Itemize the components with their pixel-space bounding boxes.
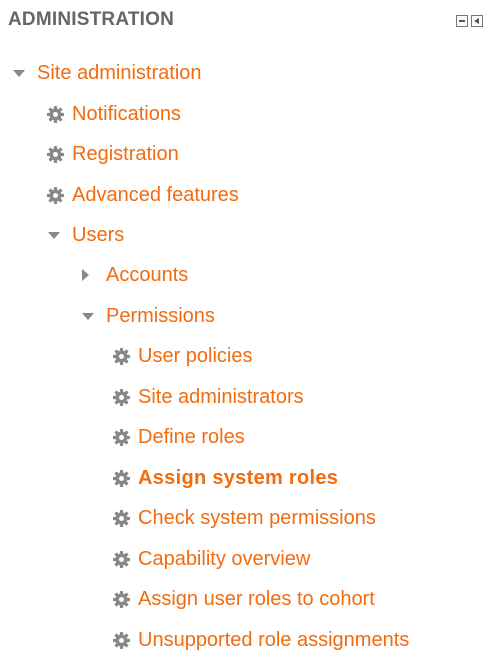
caret-down-icon (82, 312, 94, 320)
tree-item-label: Permissions (106, 304, 215, 327)
tree-item-notifications[interactable]: Notifications (46, 99, 181, 129)
tree-item-user-policies[interactable]: User policies (112, 341, 252, 371)
tree-item-label: Notifications (72, 102, 181, 125)
tree-item-label: Define roles (138, 425, 245, 448)
tree-item-unsupported-role-assignments[interactable]: Unsupported role assignments (112, 625, 409, 655)
gear-icon (46, 105, 65, 123)
gear-icon (46, 145, 65, 163)
minimize-icon[interactable] (456, 15, 468, 27)
block-title: ADMINISTRATION (8, 9, 175, 30)
tree-item-label: Assign user roles to cohort (138, 587, 375, 610)
gear-icon (112, 469, 131, 487)
gear-icon (112, 590, 131, 608)
tree-item-registration[interactable]: Registration (46, 139, 179, 169)
tree-item-label: Accounts (106, 263, 189, 286)
gear-icon (112, 347, 131, 365)
gear-icon (112, 388, 131, 406)
gear-icon (112, 550, 131, 568)
tree-item-users[interactable]: Users (48, 220, 124, 250)
tree-item-label: Unsupported role assignments (138, 628, 410, 651)
caret-down-icon (13, 69, 25, 77)
block-header: ADMINISTRATION (8, 6, 489, 36)
tree-item-check-system-permissions[interactable]: Check system permissions (112, 503, 376, 533)
tree-item-label: Advanced features (72, 183, 239, 206)
dock-icon[interactable] (471, 15, 483, 27)
tree-item-label: Site administrators (138, 385, 304, 408)
tree-item-define-roles[interactable]: Define roles (112, 422, 245, 452)
caret-down-icon (48, 231, 60, 239)
tree-item-label: Users (72, 223, 125, 246)
tree-item-site-administrators[interactable]: Site administrators (112, 382, 304, 412)
tree-item-label: Registration (72, 142, 179, 165)
gear-icon (46, 186, 65, 204)
tree-item-accounts[interactable]: Accounts (79, 260, 188, 290)
tree-item-label: Check system permissions (138, 506, 376, 529)
tree-item-capability-overview[interactable]: Capability overview (112, 544, 310, 574)
tree-item-advanced-features[interactable]: Advanced features (46, 180, 239, 210)
tree-item-permissions[interactable]: Permissions (82, 301, 215, 331)
tree-item-site-administration[interactable]: Site administration (13, 58, 202, 88)
gear-icon (112, 509, 131, 527)
tree-item-assign-user-roles-to-cohort[interactable]: Assign user roles to cohort (112, 584, 375, 614)
tree-item-assign-system-roles[interactable]: Assign system roles (112, 463, 338, 493)
tree-item-label: User policies (138, 344, 253, 367)
tree-item-label-active: Assign system roles (138, 466, 339, 489)
gear-icon (112, 631, 131, 649)
tree-item-label: Site administration (37, 61, 202, 84)
caret-right-icon (82, 269, 89, 281)
gear-icon (112, 428, 131, 446)
tree-item-label: Capability overview (138, 547, 311, 570)
